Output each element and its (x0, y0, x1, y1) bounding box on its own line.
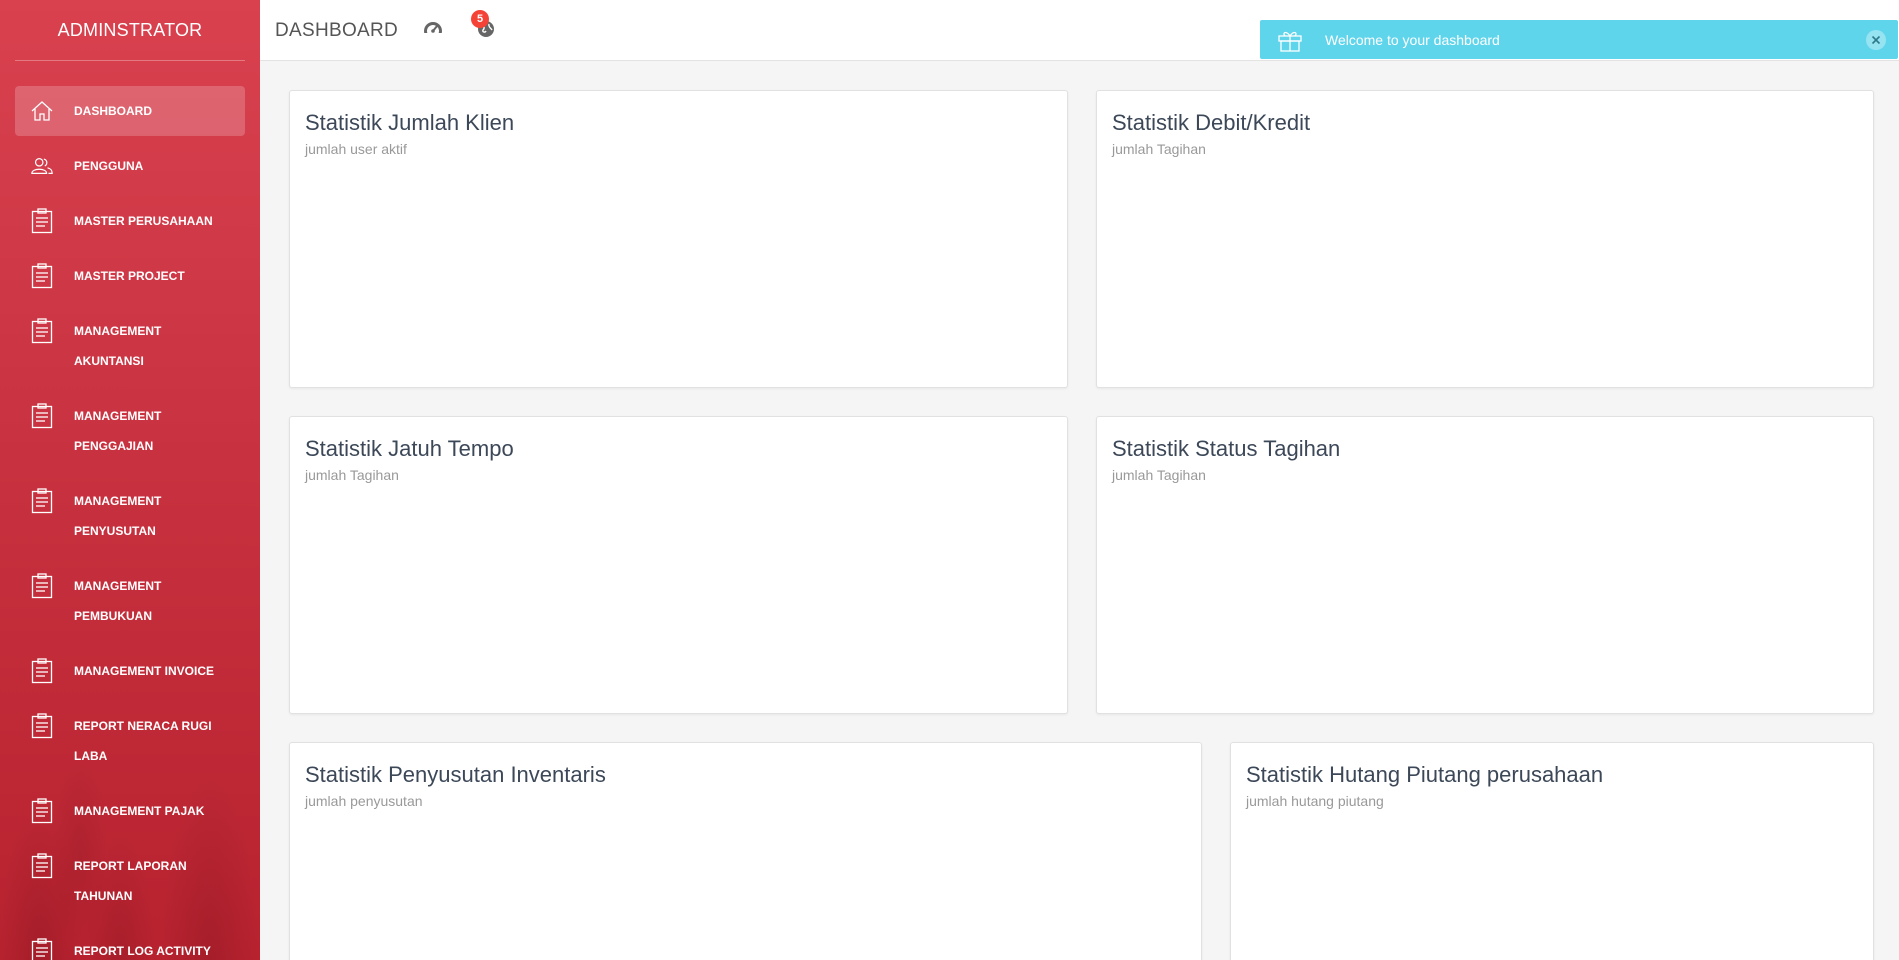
sidebar-item-label: MANAGEMENT PENGGAJIAN (74, 409, 162, 453)
card-statistik-hutang-piutang: Statistik Hutang Piutang perusahaan juml… (1230, 742, 1874, 960)
card-title: Statistik Jatuh Tempo (305, 436, 514, 461)
sidebar-item-label: MASTER PROJECT (74, 269, 185, 283)
card-statistik-status-tagihan: Statistik Status Tagihan jumlah Tagihan (1096, 416, 1874, 714)
sidebar-item-label: MANAGEMENT PEMBUKUAN (74, 579, 162, 623)
clipboard-icon (30, 251, 54, 301)
sidebar-item-report-neraca-rugi-laba[interactable]: REPORT NERACA RUGI LABA (15, 701, 245, 781)
clipboard-icon (30, 786, 54, 836)
sidebar-brand[interactable]: ADMINSTRATOR (0, 0, 260, 61)
sidebar-item-label: MASTER PERUSAHAAN (74, 214, 213, 228)
notification-count-badge[interactable]: 5 (471, 10, 489, 28)
sidebar-item-report-log-activity[interactable]: REPORT LOG ACTIVITY (15, 926, 245, 960)
sidebar-nav: DASHBOARD PENGGUNA MASTER PERUSAHAAN MAS… (0, 61, 260, 960)
clipboard-icon (30, 646, 54, 696)
sidebar-item-management-pembukuan[interactable]: MANAGEMENT PEMBUKUAN (15, 561, 245, 641)
card-subtitle: jumlah Tagihan (305, 467, 399, 483)
card-statistik-jatuh-tempo: Statistik Jatuh Tempo jumlah Tagihan (289, 416, 1068, 714)
sidebar-item-master-perusahaan[interactable]: MASTER PERUSAHAAN (15, 196, 245, 246)
sidebar-item-label: REPORT NERACA RUGI LABA (74, 719, 212, 763)
notification-message: Welcome to your dashboard (1325, 32, 1500, 48)
card-subtitle: jumlah user aktif (305, 141, 407, 157)
card-subtitle: jumlah hutang piutang (1246, 793, 1384, 809)
sidebar-item-label: MANAGEMENT PENYUSUTAN (74, 494, 162, 538)
sidebar-item-management-akuntansi[interactable]: MANAGEMENT AKUNTANSI (15, 306, 245, 386)
sidebar-item-label: MANAGEMENT INVOICE (74, 664, 215, 678)
home-icon (30, 86, 54, 136)
card-title: Statistik Debit/Kredit (1112, 110, 1311, 135)
clipboard-icon (30, 561, 54, 611)
clipboard-icon (30, 306, 54, 356)
card-subtitle: jumlah Tagihan (1112, 141, 1206, 157)
dashboard-gauge-icon[interactable] (422, 19, 444, 41)
notification-toast: Welcome to your dashboard (1260, 20, 1898, 59)
card-title: Statistik Status Tagihan (1112, 436, 1341, 461)
clipboard-icon (30, 196, 54, 246)
sidebar-item-master-project[interactable]: MASTER PROJECT (15, 251, 245, 301)
sidebar-item-label: MANAGEMENT PAJAK (74, 804, 205, 818)
card-subtitle: jumlah penyusutan (305, 793, 423, 809)
card-title: Statistik Jumlah Klien (305, 110, 515, 135)
clipboard-icon (30, 926, 54, 960)
sidebar-item-management-penggajian[interactable]: MANAGEMENT PENGGAJIAN (15, 391, 245, 471)
card-statistik-penyusutan-inventaris: Statistik Penyusutan Inventaris jumlah p… (289, 742, 1202, 960)
sidebar-item-report-laporan-tahunan[interactable]: REPORT LAPORAN TAHUNAN (15, 841, 245, 921)
sidebar-item-management-invoice[interactable]: MANAGEMENT INVOICE (15, 646, 245, 696)
page-title: DASHBOARD (275, 20, 399, 41)
clipboard-icon (30, 391, 54, 441)
card-subtitle: jumlah Tagihan (1112, 467, 1206, 483)
sidebar-item-label: DASHBOARD (74, 104, 152, 118)
users-icon (30, 141, 54, 191)
sidebar-item-management-pajak[interactable]: MANAGEMENT PAJAK (15, 786, 245, 836)
sidebar-item-label: MANAGEMENT AKUNTANSI (74, 324, 162, 368)
card-statistik-jumlah-klien: Statistik Jumlah Klien jumlah user aktif (289, 90, 1068, 388)
close-icon[interactable] (1866, 30, 1886, 50)
gift-icon (1277, 27, 1303, 58)
card-statistik-debit-kredit: Statistik Debit/Kredit jumlah Tagihan (1096, 90, 1874, 388)
clipboard-icon (30, 476, 54, 526)
sidebar-item-dashboard[interactable]: DASHBOARD (15, 86, 245, 136)
card-title: Statistik Penyusutan Inventaris (305, 762, 606, 787)
clipboard-icon (30, 701, 54, 751)
sidebar-item-management-penyusutan[interactable]: MANAGEMENT PENYUSUTAN (15, 476, 245, 556)
clipboard-icon (30, 841, 54, 891)
sidebar: ADMINSTRATOR DASHBOARD PENGGUNA MASTER P… (0, 0, 260, 960)
sidebar-item-label: REPORT LOG ACTIVITY (74, 944, 211, 958)
sidebar-item-label: PENGGUNA (74, 159, 144, 173)
card-title: Statistik Hutang Piutang perusahaan (1246, 762, 1604, 787)
sidebar-item-label: REPORT LAPORAN TAHUNAN (74, 859, 187, 903)
sidebar-item-pengguna[interactable]: PENGGUNA (15, 141, 245, 191)
